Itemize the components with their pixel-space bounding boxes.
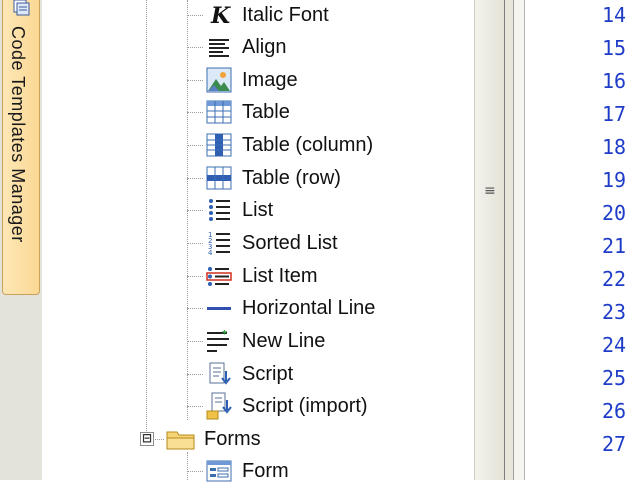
line-number: 24 — [602, 333, 627, 357]
tree-item-table-column[interactable]: Table (column) — [204, 130, 373, 160]
tree-item-script-import[interactable]: Script (import) — [204, 391, 368, 421]
tree-item-label: Horizontal Line — [242, 296, 376, 319]
tree-connector — [187, 452, 188, 480]
table-column-icon — [204, 130, 234, 160]
editor-gutter — [514, 0, 525, 480]
panel-splitter[interactable]: ≡ — [474, 0, 505, 480]
tree-branch — [187, 243, 203, 244]
tree-branch — [187, 15, 203, 16]
new-line-icon: * — [204, 326, 234, 356]
table-icon — [204, 97, 234, 127]
line-number: 26 — [602, 399, 627, 423]
script-import-icon — [204, 391, 234, 421]
line-number-column: 14 15 16 17 18 19 20 21 22 23 24 25 26 2… — [526, 0, 640, 480]
line-number: 15 — [602, 36, 627, 60]
code-templates-tree: K Italic Font Align Image Table Table (c… — [42, 0, 474, 482]
tree-item-label: Table (row) — [242, 166, 341, 189]
line-number: 16 — [602, 69, 627, 93]
line-number: 25 — [602, 366, 627, 390]
tree-item-new-line[interactable]: * New Line — [204, 326, 325, 356]
tree-item-image[interactable]: Image — [204, 65, 298, 95]
tree-branch — [187, 178, 203, 179]
horizontal-line-icon — [204, 293, 234, 323]
splitter-grip-icon[interactable]: ≡ — [484, 183, 496, 199]
tree-item-label: New Line — [242, 329, 326, 352]
line-number: 22 — [602, 267, 627, 291]
tree-branch — [187, 276, 203, 277]
tree-item-horizontal-line[interactable]: Horizontal Line — [204, 293, 375, 323]
tree-item-label: Script (import) — [242, 394, 368, 417]
tree-item-align[interactable]: Align — [204, 32, 286, 62]
tree-branch — [187, 471, 203, 472]
tree-item-label: List — [242, 198, 274, 221]
line-number: 21 — [602, 234, 627, 258]
tree-item-label: List Item — [242, 264, 318, 287]
editor-border — [504, 0, 514, 480]
svg-text:4: 4 — [208, 249, 213, 256]
line-number: 19 — [602, 168, 627, 192]
templates-manager-icon — [13, 0, 30, 16]
tree-connector — [146, 0, 147, 439]
collapse-toggle[interactable]: ⊟ — [140, 432, 154, 446]
line-number: 27 — [602, 432, 627, 456]
tree-branch — [187, 112, 203, 113]
tree-branch — [187, 406, 203, 407]
tree-branch — [187, 374, 203, 375]
tree-item-table-row[interactable]: Table (row) — [204, 163, 341, 193]
tree-branch — [187, 80, 203, 81]
tree-item-sorted-list[interactable]: 1 2 3 4 Sorted List — [204, 228, 338, 258]
tree-item-list[interactable]: List — [204, 195, 273, 225]
table-row-icon — [204, 163, 234, 193]
tree-branch — [187, 47, 203, 48]
code-templates-manager-tab[interactable]: Code Templates Manager — [2, 0, 40, 295]
svg-text:K: K — [210, 3, 231, 27]
tree-branch — [187, 341, 203, 342]
side-tab-strip: Code Templates Manager — [0, 0, 43, 480]
line-number: 20 — [602, 201, 627, 225]
tree-branch — [187, 308, 203, 309]
tree-item-table[interactable]: Table — [204, 97, 290, 127]
line-number: 17 — [602, 102, 627, 126]
sorted-list-icon: 1 2 3 4 — [204, 228, 234, 258]
line-number: 18 — [602, 135, 627, 159]
line-number: 23 — [602, 300, 627, 324]
tree-branch — [187, 145, 203, 146]
svg-text:*: * — [222, 329, 228, 340]
tree-item-script[interactable]: Script — [204, 359, 293, 389]
italic-font-icon: K — [204, 0, 234, 30]
side-tab-label: Code Templates Manager — [8, 26, 28, 243]
list-item-icon — [204, 261, 234, 291]
align-icon — [204, 32, 234, 62]
tree-item-form[interactable]: Form — [204, 456, 289, 486]
tree-item-label: Sorted List — [242, 231, 338, 254]
list-icon — [204, 195, 234, 225]
script-icon — [204, 359, 234, 389]
folder-icon — [166, 424, 196, 454]
tree-branch — [187, 210, 203, 211]
line-number: 14 — [602, 3, 627, 27]
tree-item-label: Table — [242, 100, 290, 123]
tree-item-label: Table (column) — [242, 133, 374, 156]
tree-item-label: Forms — [204, 427, 261, 450]
image-icon — [204, 65, 234, 95]
tree-item-label: Align — [242, 35, 287, 58]
tree-item-label: Script — [242, 362, 294, 385]
tree-item-list-item[interactable]: List Item — [204, 261, 318, 291]
tree-item-label: Italic Font — [242, 3, 329, 26]
tree-item-italic-font[interactable]: K Italic Font — [204, 0, 329, 30]
tree-folder-forms[interactable]: Forms — [166, 424, 261, 454]
tree-item-label: Form — [242, 459, 289, 482]
form-icon — [204, 456, 234, 486]
tree-item-label: Image — [242, 68, 298, 91]
